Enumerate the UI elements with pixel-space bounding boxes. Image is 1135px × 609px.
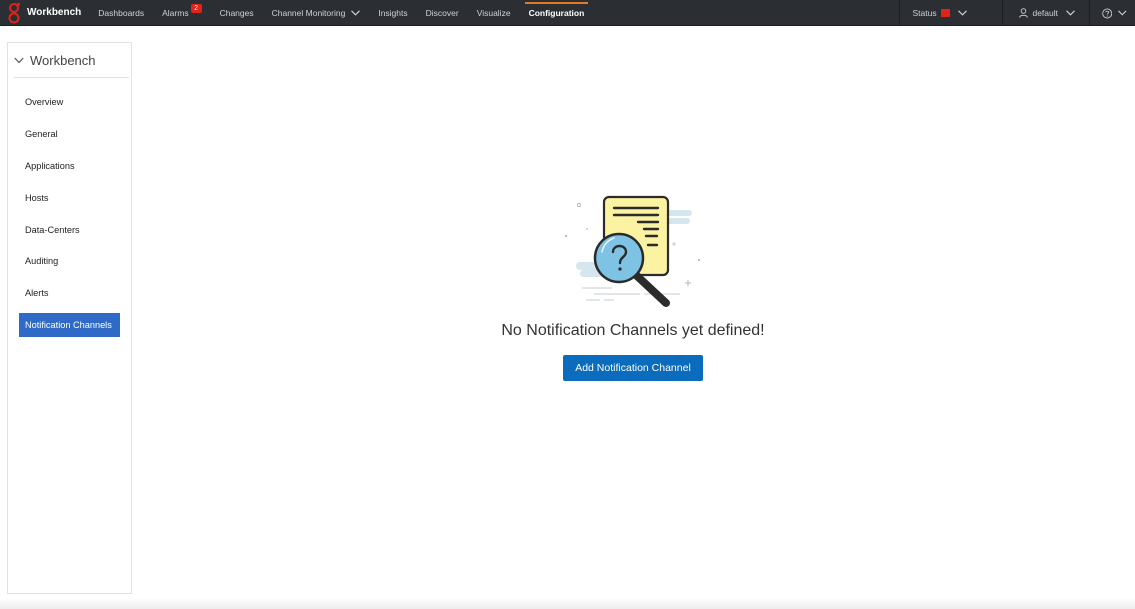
chevron-down-icon — [351, 9, 361, 16]
bottom-divider — [0, 598, 1135, 609]
empty-state-search-icon — [565, 195, 700, 307]
sidebar-item-applications[interactable]: Applications — [19, 154, 120, 178]
user-label: default — [1032, 8, 1058, 18]
sidebar-menu: Overview General Applications Hosts Data… — [8, 78, 131, 338]
nav-changes-label: Changes — [219, 7, 254, 18]
nav-insights-label: Insights — [378, 7, 408, 18]
sidebar-item-hosts[interactable]: Hosts — [19, 186, 120, 210]
sidebar-item-auditing[interactable]: Auditing — [19, 249, 120, 273]
add-notification-channel-button[interactable]: Add Notification Channel — [563, 355, 703, 381]
chevron-down-icon[interactable] — [14, 57, 24, 64]
nav-dashboards[interactable]: Dashboards — [89, 0, 153, 26]
status-menu[interactable]: Status — [899, 0, 1002, 26]
status-label: Status — [912, 8, 937, 18]
brand-name: Workbench — [27, 7, 82, 18]
sidebar-title: Workbench — [30, 52, 96, 68]
chevron-down-icon — [957, 10, 967, 16]
right-nav: Status default — [899, 0, 1135, 26]
sidebar-item-alerts[interactable]: Alerts — [19, 281, 120, 305]
sidebar-item-general[interactable]: General — [19, 122, 120, 146]
main-nav: Dashboards Alarms 2 Changes Channel Moni… — [89, 0, 593, 26]
nav-insights[interactable]: Insights — [369, 0, 416, 26]
nav-channel-monitoring[interactable]: Channel Monitoring — [263, 0, 370, 26]
user-menu[interactable]: default — [1002, 0, 1089, 26]
brand[interactable]: Workbench — [0, 0, 81, 26]
nav-dashboards-label: Dashboards — [98, 7, 145, 18]
sidebar-header[interactable]: Workbench — [14, 43, 129, 78]
help-icon — [1102, 8, 1113, 18]
genesys-logo-icon — [8, 2, 20, 23]
chevron-down-icon — [1118, 10, 1127, 16]
chevron-down-icon — [1066, 10, 1075, 16]
sidebar-item-data-centers[interactable]: Data-Centers — [19, 218, 120, 242]
status-indicator — [940, 9, 950, 17]
user-icon — [1019, 8, 1029, 18]
nav-configuration[interactable]: Configuration — [520, 0, 594, 26]
nav-visualize-label: Visualize — [476, 7, 511, 18]
top-navbar: Workbench Dashboards Alarms 2 Changes Ch… — [0, 0, 1135, 26]
nav-channel-monitoring-label: Channel Monitoring — [271, 7, 346, 18]
empty-state-message: No Notification Channels yet defined! — [501, 322, 765, 339]
sidebar-item-notification-channels[interactable]: Notification Channels — [19, 313, 120, 338]
sidebar: Workbench Overview General Applications … — [7, 42, 132, 594]
help-menu[interactable] — [1089, 0, 1135, 26]
nav-discover[interactable]: Discover — [417, 0, 468, 26]
nav-configuration-label: Configuration — [528, 7, 585, 18]
nav-alarms-label: Alarms — [162, 7, 189, 18]
nav-alarms[interactable]: Alarms 2 — [153, 0, 210, 26]
nav-visualize[interactable]: Visualize — [468, 0, 520, 26]
nav-changes[interactable]: Changes — [211, 0, 263, 26]
sidebar-item-overview[interactable]: Overview — [19, 90, 120, 114]
alarms-count-badge: 2 — [190, 4, 202, 13]
nav-discover-label: Discover — [425, 7, 459, 18]
